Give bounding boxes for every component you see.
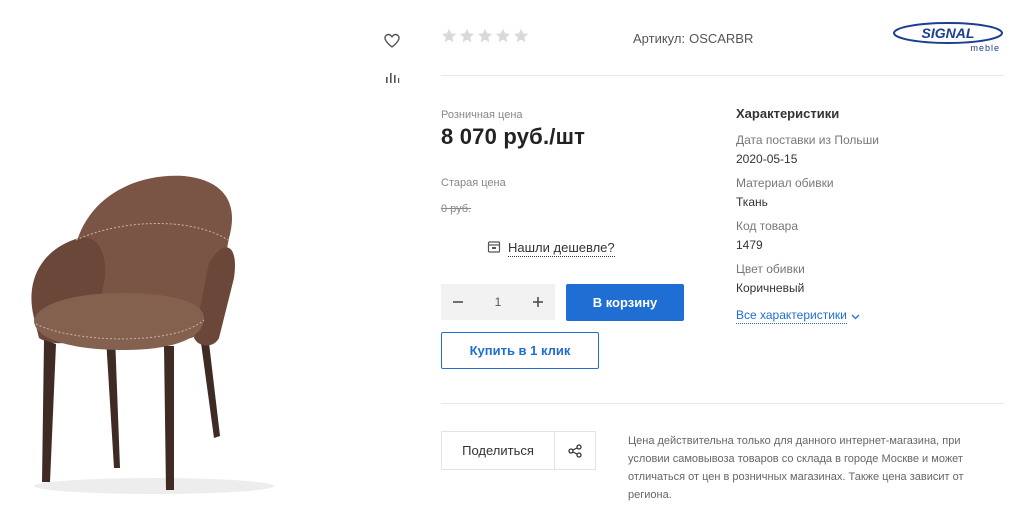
- brand-logo[interactable]: SIGNAL meble: [892, 22, 1004, 54]
- spec-label: Дата поставки из Польши: [736, 133, 879, 147]
- product-actions: [384, 33, 404, 105]
- heart-icon[interactable]: [384, 33, 402, 51]
- product-header: Артикул: OSCARBR SIGNAL meble: [441, 22, 1004, 76]
- spec-value: 2020-05-15: [736, 152, 798, 166]
- quantity-input[interactable]: 1: [478, 295, 518, 309]
- retail-price-label: Розничная цена: [441, 109, 523, 121]
- specifications: Характеристики Дата поставки из Польши 2…: [736, 106, 996, 324]
- bar-chart-icon[interactable]: [384, 69, 402, 87]
- star-icon[interactable]: [441, 28, 457, 44]
- add-to-cart-button[interactable]: В корзину: [566, 284, 684, 321]
- product-image[interactable]: [14, 168, 374, 498]
- share-widget: Поделиться: [441, 431, 596, 470]
- rating-stars[interactable]: [441, 28, 529, 44]
- spec-label: Цвет обивки: [736, 262, 805, 276]
- share-button[interactable]: Поделиться: [442, 432, 555, 469]
- chair-illustration: [31, 175, 274, 494]
- star-icon[interactable]: [477, 28, 493, 44]
- spec-label: Материал обивки: [736, 176, 834, 190]
- spec-item: Цвет обивки Коричневый: [736, 261, 996, 296]
- section-divider: [441, 403, 1004, 404]
- spec-label: Код товара: [736, 219, 799, 233]
- plus-icon: [533, 297, 543, 307]
- spec-value: Ткань: [736, 195, 768, 209]
- article-number: Артикул: OSCARBR: [633, 31, 753, 46]
- share-icon: [568, 443, 582, 458]
- quantity-increase-button[interactable]: [529, 293, 547, 311]
- chevron-down-icon: [851, 309, 860, 323]
- share-icon-button[interactable]: [555, 432, 595, 469]
- found-cheaper-label: Нашли дешевле?: [508, 240, 615, 257]
- brand-sub: meble: [970, 43, 1000, 53]
- quantity-decrease-button[interactable]: [449, 293, 467, 311]
- price-disclaimer: Цена действительна только для данного ин…: [628, 435, 964, 501]
- article-label: Артикул:: [633, 31, 686, 46]
- spec-value: Коричневый: [736, 281, 805, 295]
- price-tag-icon: [487, 240, 501, 257]
- star-icon[interactable]: [459, 28, 475, 44]
- star-icon[interactable]: [513, 28, 529, 44]
- spec-item: Материал обивки Ткань: [736, 175, 996, 210]
- retail-price-value: 8 070 руб./шт: [441, 124, 586, 149]
- all-specifications-label: Все характеристики: [736, 308, 847, 324]
- spec-item: Код товара 1479: [736, 218, 996, 253]
- all-specifications-link[interactable]: Все характеристики: [736, 308, 860, 324]
- spec-value: 1479: [736, 238, 763, 252]
- article-value: OSCARBR: [689, 31, 754, 46]
- specifications-title: Характеристики: [736, 106, 840, 121]
- old-price-label: Старая цена: [441, 177, 506, 189]
- minus-icon: [453, 301, 463, 303]
- quantity-stepper: 1: [441, 284, 555, 320]
- buy-one-click-button[interactable]: Купить в 1 клик: [441, 332, 599, 369]
- spec-item: Дата поставки из Польши 2020-05-15: [736, 132, 996, 167]
- old-price-value: 0 руб.: [441, 203, 472, 215]
- brand-name: SIGNAL: [922, 25, 975, 41]
- found-cheaper-link[interactable]: Нашли дешевле?: [487, 240, 615, 257]
- star-icon[interactable]: [495, 28, 511, 44]
